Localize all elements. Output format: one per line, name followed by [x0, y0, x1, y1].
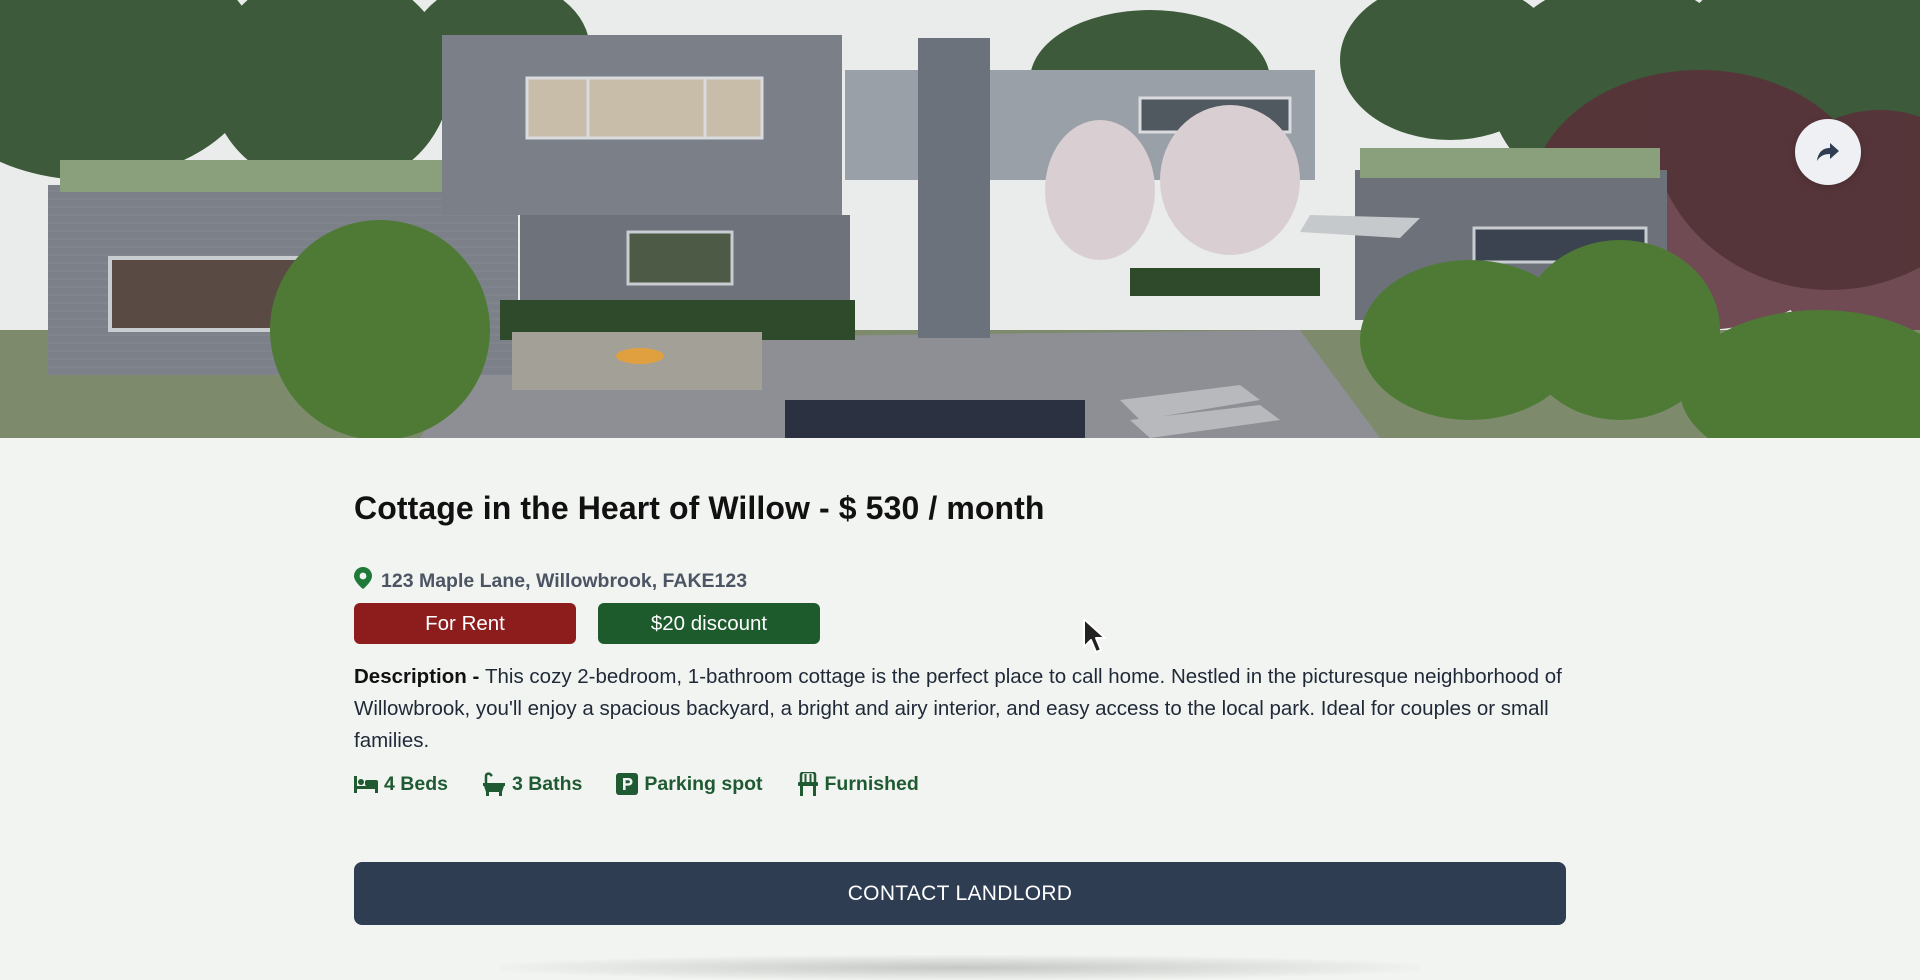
listing-address: 123 Maple Lane, Willowbrook, FAKE123 [354, 567, 747, 595]
listing-title: Cottage in the Heart of Willow - $ 530 /… [354, 490, 1045, 526]
discount-badge: $20 discount [598, 603, 820, 644]
amenity-baths: 3 Baths [482, 772, 582, 796]
location-pin-icon [354, 567, 372, 595]
share-icon [1816, 141, 1840, 163]
amenity-label: Parking spot [644, 772, 763, 795]
amenities-list: 4 Beds 3 Baths Parking spot Furnished [354, 772, 919, 796]
description-text: This cozy 2-bedroom, 1-bathroom cottage … [354, 665, 1562, 752]
amenity-label: Furnished [824, 772, 919, 795]
listing-description: Description - This cozy 2-bedroom, 1-bat… [354, 661, 1566, 757]
description-label: Description - [354, 665, 485, 688]
house-illustration [0, 0, 1920, 438]
amenity-label: 3 Baths [511, 772, 583, 795]
amenity-beds: 4 Beds [354, 773, 448, 796]
amenity-label: 4 Beds [384, 772, 448, 795]
for-rent-badge: For Rent [354, 603, 576, 644]
bed-icon [354, 775, 378, 793]
amenity-parking: Parking spot [616, 772, 763, 796]
mouse-cursor-icon [1082, 617, 1108, 657]
chair-icon [797, 772, 819, 796]
address-text: 123 Maple Lane, Willowbrook, FAKE123 [381, 569, 748, 592]
listing-badges: For Rent $20 discount [354, 603, 820, 644]
amenity-furnished: Furnished [797, 772, 919, 796]
bathtub-icon [482, 772, 506, 796]
parking-icon [616, 773, 639, 795]
hero-image [0, 0, 1920, 438]
share-button[interactable] [1795, 119, 1861, 185]
contact-landlord-button[interactable]: CONTACT LANDLORD [354, 862, 1566, 925]
card-shadow [500, 955, 1420, 980]
